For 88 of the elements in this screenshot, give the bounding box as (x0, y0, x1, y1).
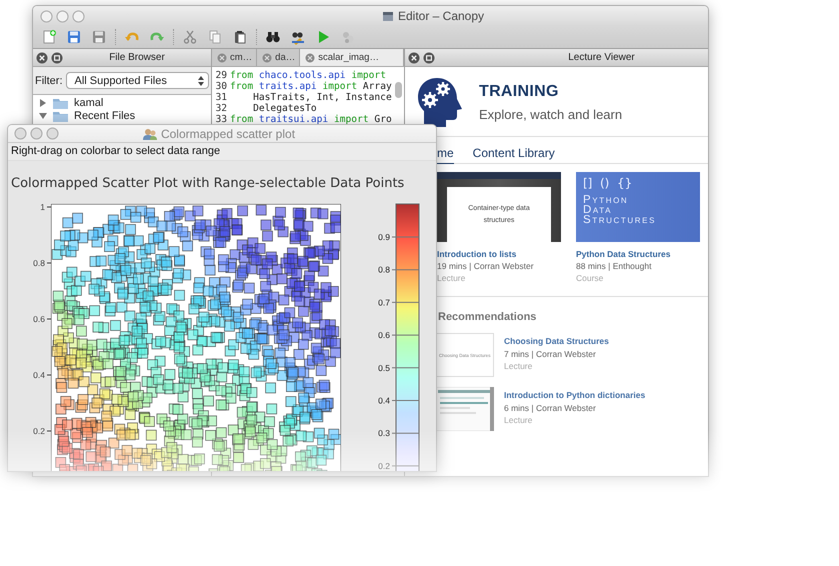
panel-close-icon[interactable] (408, 52, 420, 64)
lecture-title[interactable]: Python Data Structures (576, 248, 700, 260)
lecture-meta: 6 mins | Corran Webster (504, 402, 597, 414)
panel-float-icon[interactable] (51, 52, 63, 64)
code-line: from traitsui.api import Gro (230, 114, 392, 125)
cover-symbols: [] () {} (583, 177, 634, 189)
section-title: Recommendations (437, 310, 538, 323)
axis-tick-label: 0.4 (33, 370, 45, 380)
panel-title: Lecture Viewer (567, 52, 636, 63)
tree-item[interactable]: kamal (74, 97, 104, 109)
cover-title: Python Data Structures (583, 195, 656, 225)
folder-icon (52, 110, 69, 122)
updown-arrows-icon (198, 76, 204, 86)
line-number: 30 (214, 81, 228, 92)
people-icon (142, 128, 157, 140)
line-number: 29 (214, 70, 228, 81)
clipboard-icon[interactable] (232, 29, 248, 45)
copy-icon[interactable] (207, 29, 223, 45)
folder-icon (52, 96, 69, 110)
plot-title: Colormapped Scatter Plot with Range-selectable Data Points (11, 176, 404, 191)
lecture-title[interactable]: Choosing Data Structures (504, 335, 609, 348)
axis-tick-label: 0.8 (33, 258, 45, 268)
axis-tick (46, 318, 52, 320)
head-gears-icon (417, 77, 465, 127)
colorbar-tick-label: 0.5 (378, 362, 390, 373)
code-line: DelegatesTo (252, 103, 317, 114)
banner-subtitle: Explore, watch and learn (479, 106, 622, 122)
tree-item[interactable]: Recent Files (74, 110, 136, 122)
window-button-icon[interactable] (56, 10, 69, 22)
expanded-triangle-icon[interactable] (39, 112, 47, 120)
lecture-type: Course (576, 272, 604, 284)
lecture-title[interactable]: Introduction to Python dictionaries (504, 389, 646, 402)
binoculars-icon[interactable] (265, 29, 281, 45)
editor-tab[interactable]: cm… (212, 49, 258, 66)
axis-tick (46, 374, 52, 376)
lecture-meta: 7 mins | Corran Webster (504, 348, 597, 360)
line-number: 33 (214, 114, 228, 125)
colorbar[interactable] (396, 204, 420, 471)
axis-tick-label: 1 (40, 202, 45, 212)
colorbar-tick-label: 0.4 (378, 396, 390, 406)
line-number: 31 (214, 92, 228, 103)
lecture-title[interactable]: Introduction to lists (437, 248, 561, 260)
tab-close-icon[interactable] (262, 52, 272, 62)
colorbar-tick-label: 0.3 (378, 428, 390, 438)
axis-tick (46, 206, 52, 208)
hint-text: Right-drag on colorbar to select data range (8, 143, 436, 161)
lecture-meta: 19 mins | Corran Webster (437, 260, 535, 272)
window-button-icon[interactable] (40, 10, 53, 22)
panel-close-icon[interactable] (36, 52, 48, 64)
axis-tick (46, 262, 52, 264)
window-title: Colormapped scatter plot (160, 126, 296, 140)
scrollbar-thumb[interactable] (395, 82, 402, 98)
lecture-type: Lecture (437, 272, 466, 284)
editor-tab[interactable]: scalar_imag… (300, 49, 404, 66)
colorbar-tick-label: 0.8 (378, 264, 390, 275)
window-title: Editor – Canopy (398, 9, 484, 23)
code-line: from traits.api import Array (230, 81, 392, 92)
panel-float-icon[interactable] (423, 52, 435, 64)
window-button-icon[interactable] (30, 127, 43, 140)
course-thumbnail[interactable]: [] () {} Python Data Structures (576, 172, 700, 242)
lecture-type: Lecture (504, 360, 534, 372)
colorbar-tick-label: 0.6 (378, 330, 390, 340)
window-button-icon[interactable] (46, 127, 59, 140)
screenshot-thumbnail-drawing[interactable] (436, 387, 494, 431)
window-button-icon[interactable] (72, 10, 85, 22)
code-line: HasTraits, Int, Instance (252, 92, 392, 103)
collapsed-triangle-icon[interactable] (39, 99, 47, 107)
scissors-icon[interactable] (182, 29, 198, 45)
nav-link[interactable]: Content Library (472, 146, 555, 163)
axis-tick (46, 430, 52, 432)
colorbar-tick-label: 0.9 (378, 232, 390, 242)
filter-dropdown[interactable]: All Supported Files (66, 72, 209, 89)
banner-title: TRAINING (479, 82, 560, 100)
tab-close-icon[interactable] (305, 52, 316, 62)
tab-close-icon[interactable] (217, 52, 227, 62)
colorbar-tick-label: 0.7 (378, 297, 390, 308)
lecture-meta: 88 mins | Enthought (576, 260, 652, 272)
new-file-icon[interactable] (41, 29, 57, 45)
axis-tick-label: 0.2 (33, 426, 45, 436)
line-number: 32 (214, 103, 228, 114)
lecture-type: Lecture (504, 414, 534, 426)
colorbar-tick-label: 0.2 (378, 460, 390, 471)
filter-label: Filter: (35, 74, 62, 86)
window-button-icon[interactable] (14, 127, 27, 140)
document-icon (382, 10, 394, 22)
panel-title: File Browser (108, 52, 166, 63)
code-line: from chaco.tools.api import (230, 70, 386, 81)
axis-tick-label: 0.6 (33, 314, 45, 324)
